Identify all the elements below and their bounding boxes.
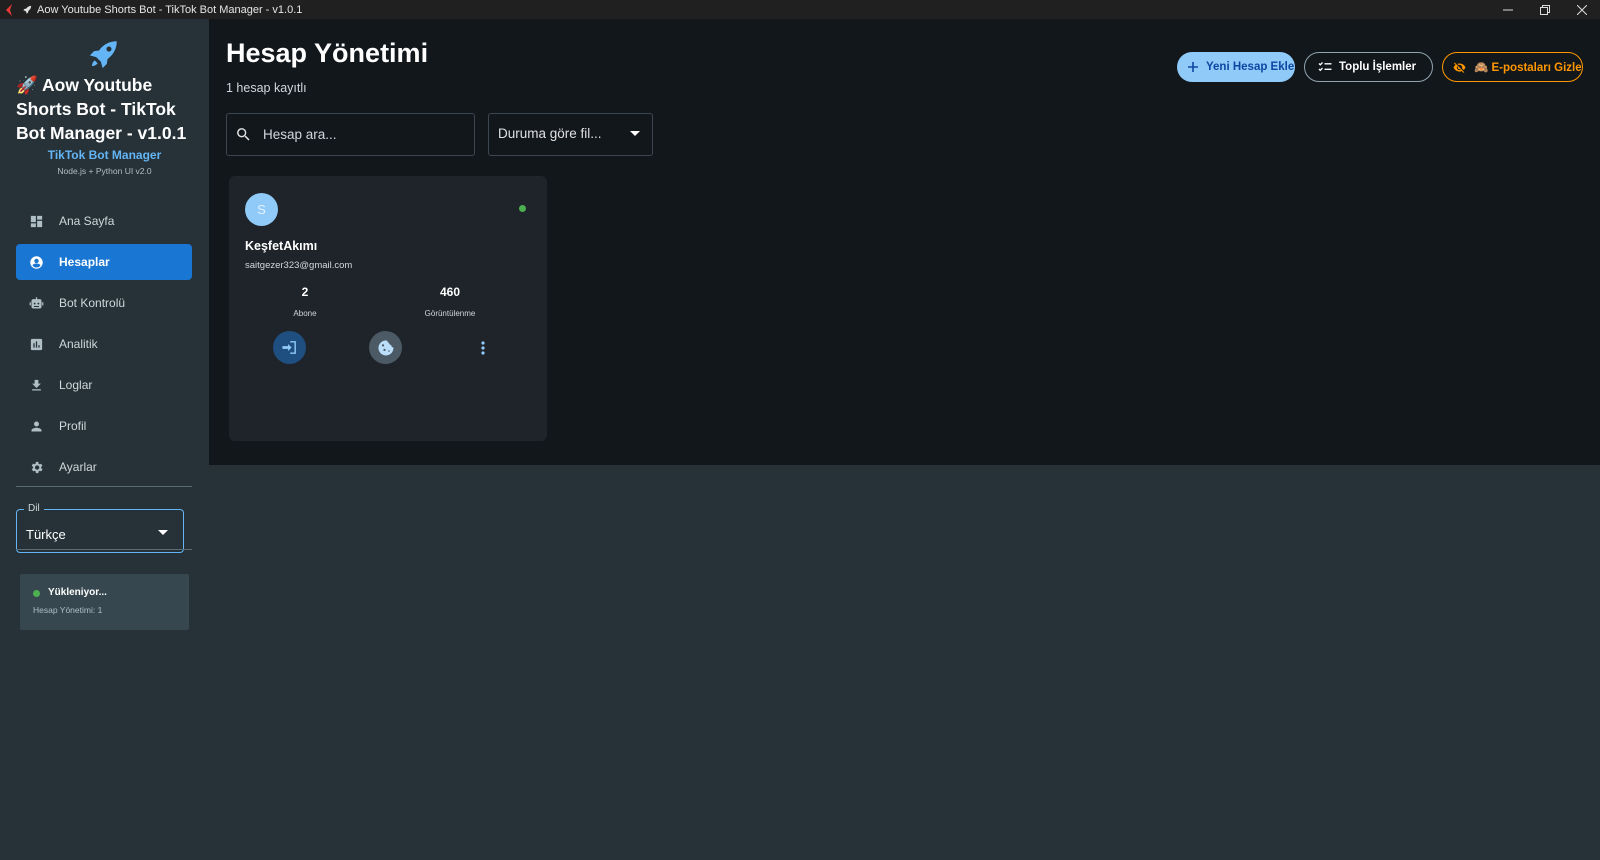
account-email: saitgezer323@gmail.com [245, 260, 353, 271]
sidebar-item-label: Hesaplar [59, 255, 110, 269]
dashboard-icon [30, 215, 43, 227]
hide-emails-label: 🙈 E-postaları Gizle [1474, 62, 1582, 74]
avatar: S [245, 193, 278, 226]
main-content: Hesap Yönetimi 1 hesap kayıtlı Duruma gö… [209, 19, 1600, 465]
page-title: Hesap Yönetimi [226, 38, 429, 68]
status-detail: Hesap Yönetimi: 1 [33, 605, 103, 615]
restore-button[interactable] [1526, 0, 1563, 19]
brand-version: Node.js + Python UI v2.0 [57, 166, 152, 176]
sidebar-item-accounts[interactable]: Hesaplar [16, 244, 192, 280]
minimize-button[interactable] [1489, 0, 1526, 19]
add-account-button[interactable]: Yeni Hesap Ekle [1177, 52, 1295, 82]
sidebar-item-settings[interactable]: Ayarlar [16, 449, 192, 485]
brand-title: 🚀 Aow Youtube Shorts Bot - TikTok Bot Ma… [16, 75, 187, 143]
language-value: Türkçe [26, 527, 66, 542]
caret-down-icon [158, 530, 168, 535]
login-icon [282, 341, 296, 354]
cookie-icon [377, 339, 393, 355]
sidebar: 🚀 Aow Youtube Shorts Bot - TikTok Bot Ma… [0, 19, 209, 860]
bulk-actions-label: Toplu İşlemler [1339, 61, 1417, 73]
subscriber-label: Abone [293, 309, 317, 318]
add-account-label: Yeni Hesap Ekle [1206, 61, 1295, 73]
window-titlebar: Aow Youtube Shorts Bot - TikTok Bot Mana… [0, 0, 1600, 19]
caret-down-icon [630, 131, 640, 136]
sidebar-item-label: Analitik [59, 337, 98, 351]
login-button[interactable] [273, 331, 306, 364]
more-options-button[interactable] [466, 331, 499, 364]
rocket-icon [23, 5, 32, 14]
status-dot [33, 590, 40, 597]
sidebar-item-label: Ayarlar [59, 460, 97, 474]
more-vertical-icon [480, 340, 485, 355]
download-icon [32, 379, 41, 390]
language-label: Dil [24, 503, 44, 514]
status-title: Yükleniyor... [48, 587, 107, 598]
hide-emails-button[interactable]: 🙈 E-postaları Gizle [1442, 52, 1583, 82]
sidebar-divider [16, 486, 192, 487]
close-button[interactable] [1563, 0, 1600, 19]
view-label: Görüntülenme [424, 309, 476, 318]
account-circle-icon [30, 255, 43, 269]
checklist-icon [1318, 62, 1332, 72]
person-icon [31, 421, 42, 431]
sidebar-item-profile[interactable]: Profil [16, 408, 192, 444]
search-icon [237, 128, 250, 141]
account-card[interactable]: S KeşfetAkımı saitgezer323@gmail.com 2 A… [229, 176, 547, 441]
brand-subtitle: TikTok Bot Manager [47, 148, 162, 162]
sidebar-item-analytics[interactable]: Analitik [16, 326, 192, 362]
status-card: Yükleniyor... Hesap Yönetimi: 1 [20, 574, 189, 630]
robot-icon [29, 296, 44, 308]
online-status-dot [519, 205, 526, 212]
app-logo-icon [6, 3, 12, 16]
sidebar-item-label: Loglar [59, 378, 93, 392]
sidebar-item-logs[interactable]: Loglar [16, 367, 192, 403]
sidebar-item-label: Profil [59, 419, 87, 433]
view-count: 460 [439, 285, 461, 299]
subscriber-count: 2 [301, 285, 309, 299]
sidebar-nav: Ana Sayfa Hesaplar Bot Kontrolü Analitik… [16, 203, 192, 490]
sidebar-divider [16, 549, 192, 550]
bulk-actions-button[interactable]: Toplu İşlemler [1304, 52, 1433, 82]
gear-icon [31, 461, 43, 473]
sidebar-item-label: Ana Sayfa [59, 214, 115, 228]
cookie-button[interactable] [369, 331, 402, 364]
restore-icon [1539, 4, 1550, 15]
sidebar-item-label: Bot Kontrolü [59, 296, 126, 310]
search-input[interactable] [263, 120, 463, 148]
plus-icon [1188, 62, 1198, 72]
sidebar-item-home[interactable]: Ana Sayfa [16, 203, 192, 239]
sidebar-item-bot-control[interactable]: Bot Kontrolü [16, 285, 192, 321]
visibility-off-icon [1453, 62, 1466, 73]
window-controls [1489, 0, 1600, 19]
close-icon [1576, 4, 1587, 15]
window-title: Aow Youtube Shorts Bot - TikTok Bot Mana… [37, 3, 303, 16]
rocket-logo-icon [89, 41, 117, 69]
account-count: 1 hesap kayıtlı [226, 81, 307, 95]
account-name: KeşfetAkımı [245, 239, 318, 253]
minimize-icon [1502, 9, 1513, 10]
analytics-icon [30, 338, 43, 350]
status-filter-value: Duruma göre fil... [498, 126, 602, 141]
